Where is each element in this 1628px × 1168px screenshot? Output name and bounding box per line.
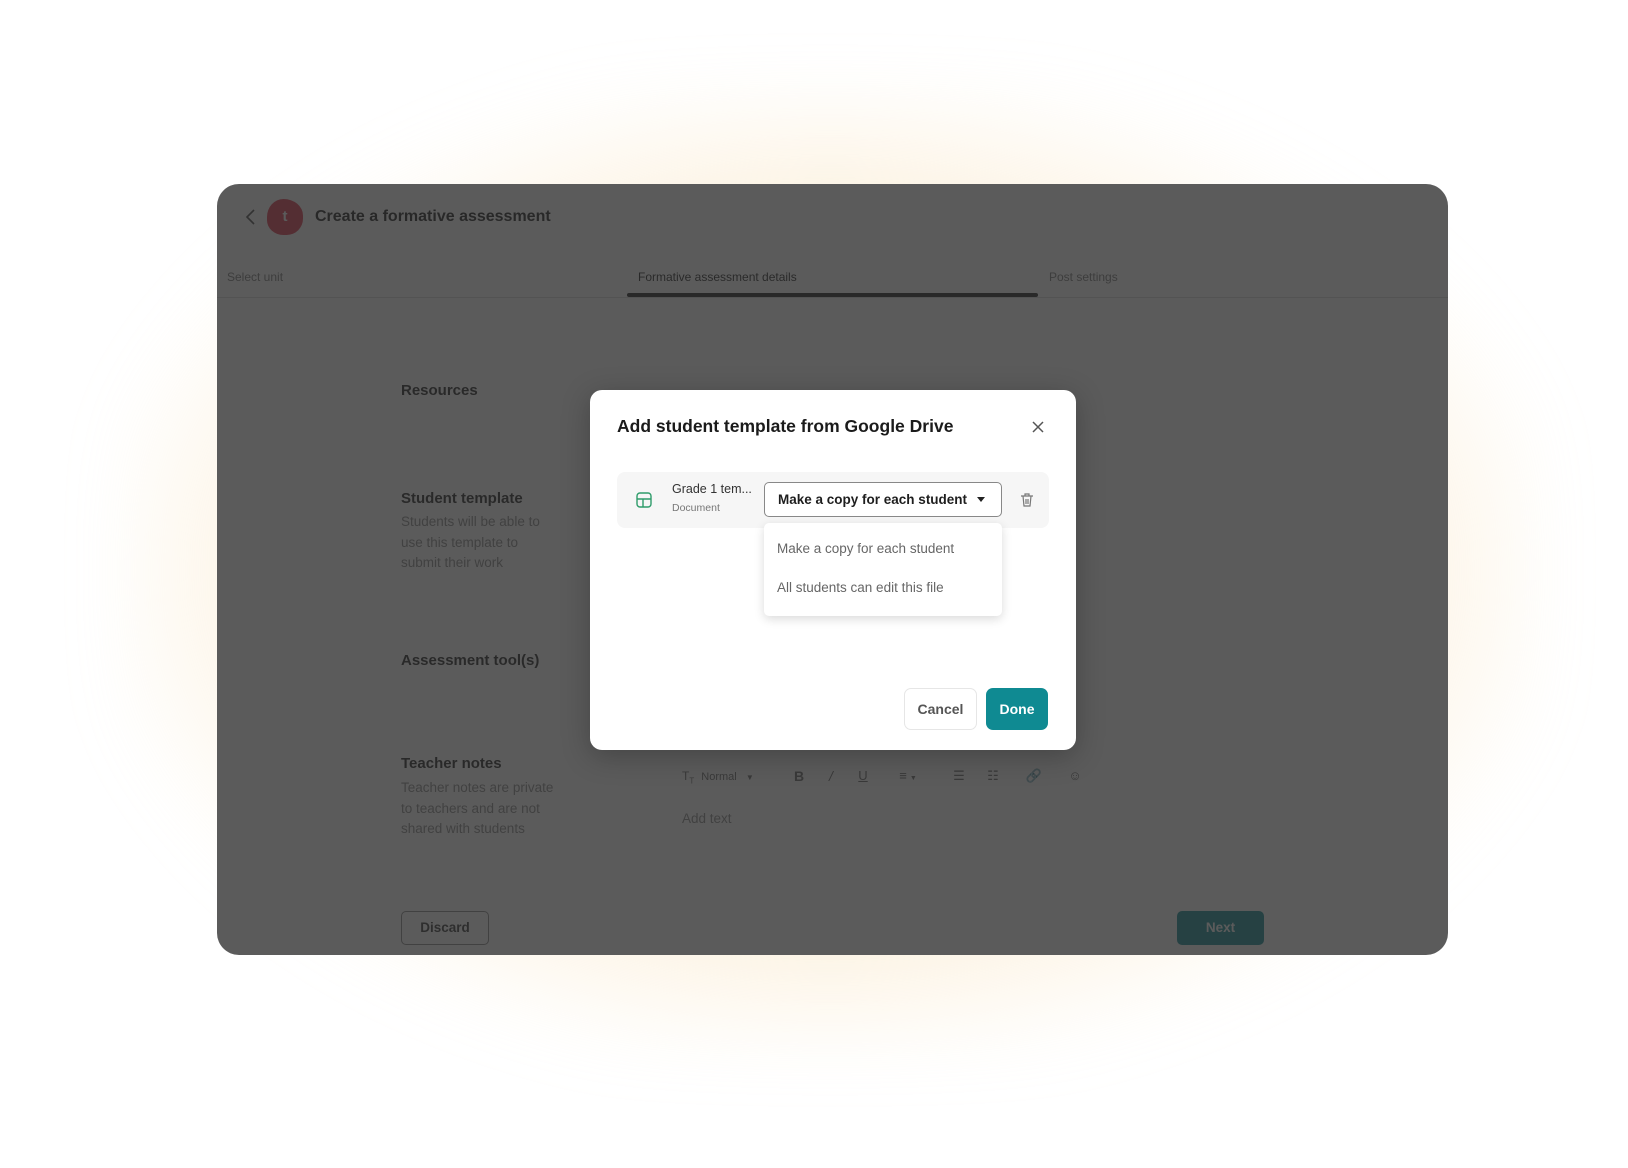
trash-icon: [1021, 493, 1033, 507]
close-icon: [1032, 421, 1044, 433]
add-template-dialog: Add student template from Google Drive G…: [590, 390, 1076, 750]
cancel-button[interactable]: Cancel: [904, 688, 977, 730]
sharing-mode-select[interactable]: Make a copy for each student: [764, 482, 1002, 517]
menu-item-all-can-edit[interactable]: All students can edit this file: [777, 580, 944, 595]
sharing-mode-value: Make a copy for each student: [778, 492, 968, 507]
sheet-table-icon: [635, 491, 653, 509]
caret-down-icon: [977, 497, 985, 502]
file-row: Grade 1 tem... Document Make a copy for …: [617, 472, 1049, 528]
close-button[interactable]: [1028, 417, 1048, 437]
app-window: t Create a formative assessment Select u…: [217, 184, 1448, 955]
done-button[interactable]: Done: [986, 688, 1048, 730]
file-type: Document: [672, 502, 720, 514]
file-name: Grade 1 tem...: [672, 482, 752, 496]
menu-item-copy-each-student[interactable]: Make a copy for each student: [777, 541, 954, 556]
sharing-mode-menu: Make a copy for each student All student…: [764, 523, 1002, 616]
delete-file-button[interactable]: [1018, 491, 1036, 509]
dialog-title: Add student template from Google Drive: [617, 416, 954, 436]
